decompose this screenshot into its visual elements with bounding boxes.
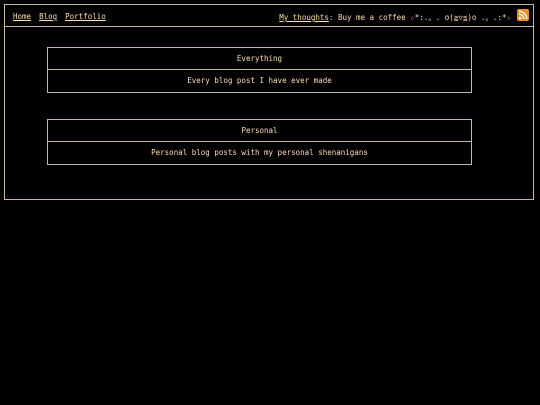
rss-feed-icon[interactable] — [517, 9, 529, 21]
main-nav: Home Blog Portfolio — [13, 12, 106, 21]
category-title[interactable]: Personal — [48, 120, 471, 142]
category-card-personal[interactable]: Personal Personal blog posts with my per… — [47, 119, 472, 165]
nav-home-link[interactable]: Home — [13, 12, 31, 21]
category-title[interactable]: Everything — [48, 48, 471, 70]
page-frame: Home Blog Portfolio My thoughts: Buy me … — [4, 4, 534, 200]
nav-blog-link[interactable]: Blog — [39, 12, 57, 21]
thoughts-banner: My thoughts: Buy me a coffee ☆*:.。. o(≧▽… — [279, 12, 511, 23]
category-description: Personal blog posts with my personal she… — [151, 148, 368, 157]
coffee-message: : Buy me a coffee ☆*:.。. o(≧▽≦)o .。.:*☆ — [328, 13, 511, 22]
top-navigation-bar: Home Blog Portfolio My thoughts: Buy me … — [5, 5, 533, 27]
my-thoughts-link[interactable]: My thoughts — [279, 13, 329, 22]
category-description: Every blog post I have ever made — [187, 76, 332, 85]
nav-portfolio-link[interactable]: Portfolio — [65, 12, 106, 21]
category-card-everything[interactable]: Everything Every blog post I have ever m… — [47, 47, 472, 93]
